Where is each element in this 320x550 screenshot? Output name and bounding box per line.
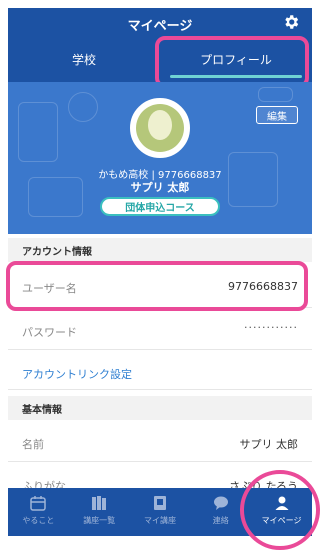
nav-label: マイ講座 [143,516,176,525]
nav-todo[interactable]: やること [8,488,69,536]
highlight-username-row [6,261,308,311]
nav-courses[interactable]: 講座一覧 [69,488,130,536]
gear-icon[interactable] [282,13,300,31]
nav-label: 講座一覧 [83,516,116,525]
nav-label: 連絡 [212,516,229,525]
notebook-icon [150,494,170,512]
edit-profile-button[interactable]: 編集 [256,106,298,124]
calendar-icon [28,494,48,512]
books-icon [89,494,109,512]
name-value: サプリ 太郎 [239,438,299,451]
highlight-mypage-nav [240,470,320,550]
section-header-account: アカウント情報 [8,238,312,262]
nav-label: やること [22,516,55,525]
background-doodle [68,92,98,122]
course-badge[interactable]: 団体申込コース [100,197,220,216]
name-row: 名前 サプリ 太郎 [8,424,312,462]
background-doodle [18,102,58,162]
chat-icon [211,494,231,512]
page-title: マイページ [127,19,193,34]
account-link-label[interactable]: アカウントリンク設定 [22,366,132,382]
password-label: パスワード [22,326,77,339]
app-header: マイページ [8,8,312,36]
background-doodle [258,87,293,102]
tab-school[interactable]: 学校 [8,36,160,82]
name-label: 名前 [22,438,44,451]
account-link-settings[interactable]: アカウントリンク設定 [8,354,312,390]
nav-my-courses[interactable]: マイ講座 [130,488,191,536]
user-name: サプリ 太郎 [130,181,190,194]
highlight-profile-tab [155,36,309,88]
password-value: ············ [244,321,298,334]
avatar-placeholder-icon [136,104,184,152]
password-row[interactable]: パスワード ············ [8,312,312,350]
section-header-basic: 基本情報 [8,396,312,420]
profile-banner: 編集 かもめ高校 | 9776668837 サプリ 太郎 団体申込コース [8,82,312,234]
avatar [130,98,190,158]
